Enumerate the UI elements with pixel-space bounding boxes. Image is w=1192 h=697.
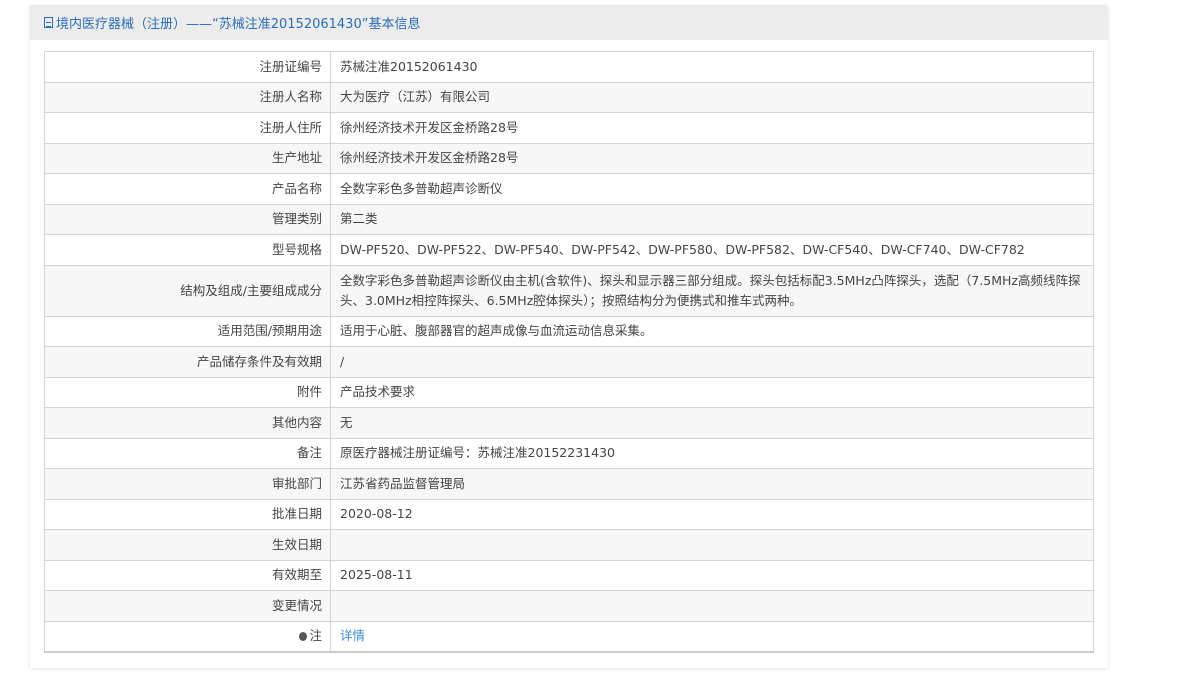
table-row: 适用范围/预期用途 适用于心脏、腹部器官的超声成像与血流运动信息采集。 [44,315,1094,347]
field-value: 详情 [330,620,1094,653]
table-row: 结构及组成/主要组成成分 全数字彩色多普勒超声诊断仪由主机(含软件)、探头和显示器… [44,264,1094,317]
field-value: 无 [330,407,1094,439]
field-label: 变更情况 [44,590,331,622]
document-icon [44,17,53,28]
table-row: 生效日期 [44,529,1094,561]
panel-header: 境内医疗器械（注册）——“苏械注准20152061430”基本信息 [30,5,1108,40]
field-value [330,590,1094,622]
table-row: 注册人名称 大为医疗（江苏）有限公司 [44,81,1094,113]
table-row: 变更情况 [44,590,1094,622]
field-label: 结构及组成/主要组成成分 [44,264,331,317]
table-row: 产品储存条件及有效期 / [44,346,1094,378]
field-value: 徐州经济技术开发区金桥路28号 [330,112,1094,144]
field-label: 批准日期 [44,498,331,530]
field-label: 附件 [44,376,331,408]
field-label: 有效期至 [44,559,331,591]
table-row: 注册证编号 苏械注准20152061430 [44,51,1094,83]
field-value: 全数字彩色多普勒超声诊断仪由主机(含软件)、探头和显示器三部分组成。探头包括标配… [330,264,1094,317]
table-row: 型号规格 DW-PF520、DW-PF522、DW-PF540、DW-PF542、… [44,234,1094,266]
field-value: 适用于心脏、腹部器官的超声成像与血流运动信息采集。 [330,315,1094,347]
field-value: 原医疗器械注册证编号：苏械注准20152231430 [330,437,1094,469]
field-value: 2020-08-12 [330,498,1094,530]
field-label: 型号规格 [44,234,331,266]
table-row: 注册人住所 徐州经济技术开发区金桥路28号 [44,112,1094,144]
details-link[interactable]: 详情 [340,628,365,643]
field-label: 注 [44,620,331,653]
field-label: 注册人住所 [44,112,331,144]
table-row: 其他内容无 [44,407,1094,439]
page-title: 境内医疗器械（注册）——“苏械注准20152061430”基本信息 [56,17,421,32]
table-row-note: 注 详情 [44,620,1094,653]
field-label: 备注 [44,437,331,469]
field-value: 苏械注准20152061430 [330,51,1094,83]
info-table: 注册证编号 苏械注准20152061430 注册人名称 大为医疗（江苏）有限公司 注册人… [44,51,1094,653]
field-value: 全数字彩色多普勒超声诊断仪 [330,173,1094,205]
table-row: 生产地址 徐州经济技术开发区金桥路28号 [44,142,1094,174]
field-value: 2025-08-11 [330,559,1094,591]
table-row: 产品名称 全数字彩色多普勒超声诊断仪 [44,173,1094,205]
note-label: 注 [309,628,322,644]
field-label: 适用范围/预期用途 [44,315,331,347]
bulb-icon [299,632,308,642]
field-label: 管理类别 [44,203,331,235]
table-row: 附件 产品技术要求 [44,376,1094,408]
field-value [330,529,1094,561]
field-label: 注册证编号 [44,51,331,83]
field-value: / [330,346,1094,378]
table-row: 审批部门 江苏省药品监督管理局 [44,468,1094,500]
table-row: 批准日期 2020-08-12 [44,498,1094,530]
field-label: 注册人名称 [44,81,331,113]
field-label: 其他内容 [44,407,331,439]
field-label: 生产地址 [44,142,331,174]
table-row: 管理类别 第二类 [44,203,1094,235]
table-row: 有效期至 2025-08-11 [44,559,1094,591]
field-label: 审批部门 [44,468,331,500]
field-value: DW-PF520、DW-PF522、DW-PF540、DW-PF542、DW-P… [330,234,1094,266]
field-label: 产品名称 [44,173,331,205]
field-value: 江苏省药品监督管理局 [330,468,1094,500]
field-label: 产品储存条件及有效期 [44,346,331,378]
field-value: 第二类 [330,203,1094,235]
field-value: 产品技术要求 [330,376,1094,408]
table-row: 备注 原医疗器械注册证编号：苏械注准20152231430 [44,437,1094,469]
field-label: 生效日期 [44,529,331,561]
field-value: 大为医疗（江苏）有限公司 [330,81,1094,113]
detail-panel: 境内医疗器械（注册）——“苏械注准20152061430”基本信息 注册证编号苏… [30,5,1108,668]
field-value: 徐州经济技术开发区金桥路28号 [330,142,1094,174]
